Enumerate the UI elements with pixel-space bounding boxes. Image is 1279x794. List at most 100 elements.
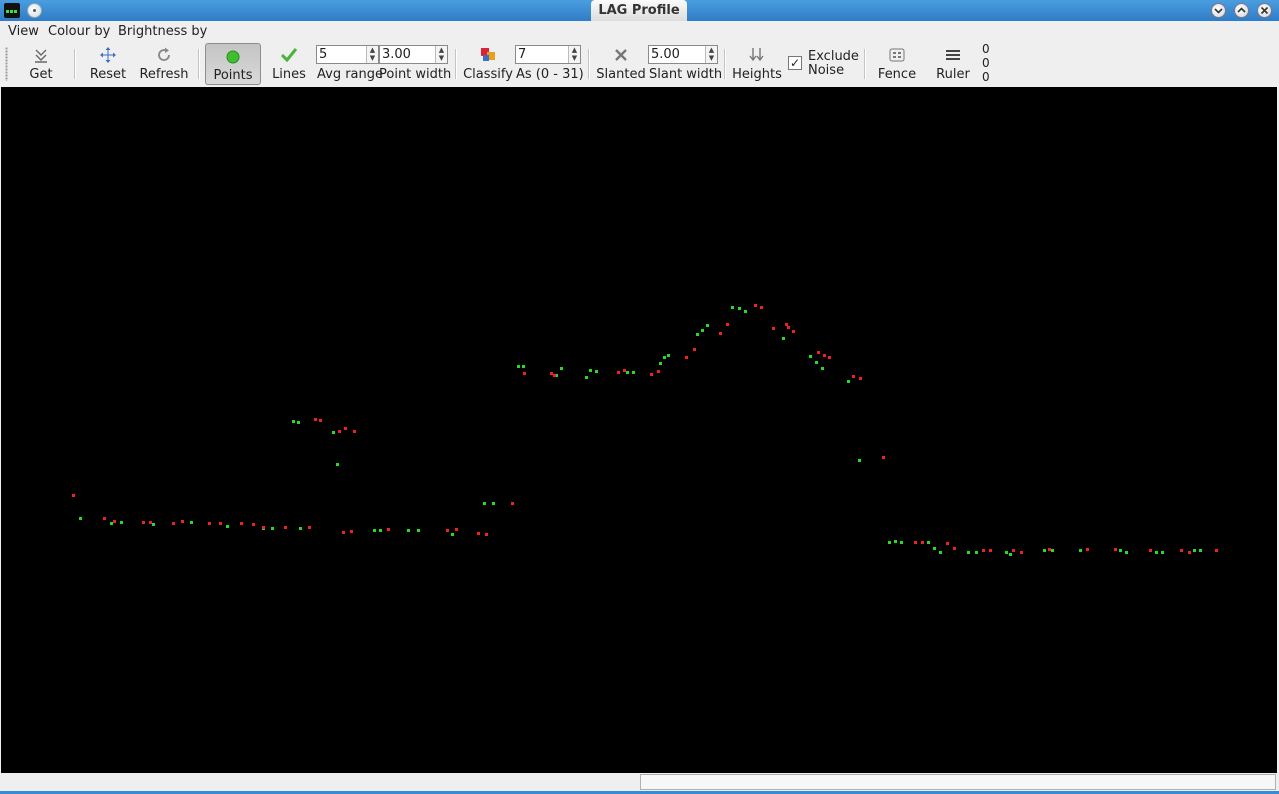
profile-point-red (181, 520, 184, 523)
get-button[interactable]: Get (22, 43, 60, 85)
app-icon[interactable] (4, 3, 20, 18)
profile-point-green (1079, 549, 1082, 552)
profile-point-red (754, 304, 757, 307)
ruler-label: Ruler (936, 67, 970, 82)
separator (724, 49, 726, 79)
profile-point-green (933, 547, 936, 550)
profile-point-red (657, 370, 660, 373)
horizontal-scrollbar[interactable] (640, 774, 1276, 790)
profile-point-red (308, 526, 311, 529)
refresh-label: Refresh (139, 67, 189, 82)
classify-button[interactable]: Classify (463, 43, 513, 85)
profile-point-red (314, 418, 317, 421)
exclude-noise-checkbox[interactable]: ✓ (788, 56, 802, 70)
reset-label: Reset (89, 67, 127, 82)
minimize-button[interactable] (1211, 3, 1226, 18)
fence-icon (889, 48, 905, 62)
profile-point-green (1155, 551, 1158, 554)
lines-toggle[interactable]: Lines (268, 43, 310, 85)
profile-canvas[interactable] (1, 87, 1277, 773)
reset-button[interactable]: Reset (88, 43, 128, 85)
class-spinbox[interactable]: 7 ▲ ▼ (515, 45, 581, 64)
get-label: Get (29, 67, 53, 82)
profile-point-green (1193, 549, 1196, 552)
points-toggle[interactable]: Points (205, 43, 261, 85)
spin-arrows[interactable]: ▲ ▼ (705, 46, 717, 63)
profile-point-red (785, 323, 788, 326)
profile-point-red (787, 326, 790, 329)
profile-point-green (336, 463, 339, 466)
profile-point-green (585, 376, 588, 379)
fence-button[interactable]: Fence (874, 43, 920, 85)
profile-point-green (110, 522, 113, 525)
close-button[interactable] (1257, 3, 1272, 18)
slanted-label: Slanted (596, 67, 646, 82)
profile-point-green (379, 529, 382, 532)
separator (455, 49, 457, 79)
chevron-up-icon (1237, 7, 1246, 13)
counter-2: 0 (982, 56, 990, 70)
avg-range-value: 5 (319, 47, 328, 62)
profile-point-green (589, 369, 592, 372)
profile-point-green (858, 459, 861, 462)
profile-point-green (927, 541, 930, 544)
counter-3: 0 (982, 70, 990, 84)
profile-point-red (1188, 551, 1191, 554)
profile-point-red (726, 323, 729, 326)
profile-point-green (975, 551, 978, 554)
profile-point-red (344, 427, 347, 430)
heights-button[interactable]: Heights (731, 43, 783, 85)
point-width-value: 3.00 (382, 47, 411, 62)
profile-point-red (455, 528, 458, 531)
profile-point-red (142, 521, 145, 524)
menu-brightness-by[interactable]: Brightness by (118, 24, 207, 39)
profile-point-red (719, 332, 722, 335)
window-menu-button[interactable] (27, 3, 42, 18)
profile-point-red (113, 520, 116, 523)
refresh-icon (158, 47, 170, 61)
profile-point-red (149, 521, 152, 524)
profile-point-red (792, 330, 795, 333)
slant-width-spinbox[interactable]: 5.00 ▲ ▼ (648, 45, 718, 64)
refresh-button[interactable]: Refresh (138, 43, 190, 85)
profile-point-green (815, 361, 818, 364)
profile-point-red (685, 356, 688, 359)
menu-view[interactable]: View (8, 24, 39, 39)
spin-arrows[interactable]: ▲ ▼ (568, 46, 580, 63)
avg-range-spinbox[interactable]: 5 ▲ ▼ (316, 45, 379, 64)
slanted-toggle[interactable]: Slanted (595, 43, 647, 85)
title-bar: LAG Profile (0, 0, 1279, 21)
maximize-button[interactable] (1234, 3, 1249, 18)
spin-arrows[interactable]: ▲ ▼ (366, 46, 378, 63)
menu-colour-by[interactable]: Colour by (48, 24, 110, 39)
point-width-spinbox[interactable]: 3.00 ▲ ▼ (379, 45, 448, 64)
profile-point-red (882, 456, 885, 459)
toolbar-grip[interactable] (5, 47, 8, 81)
green-dot-icon (226, 50, 240, 64)
profile-point-red (338, 430, 341, 433)
profile-point-green (967, 551, 970, 554)
profile-point-red (617, 371, 620, 374)
profile-point-red (1086, 548, 1089, 551)
profile-point-red (219, 522, 222, 525)
separator (198, 49, 200, 79)
profile-point-green (900, 541, 903, 544)
profile-point-green (517, 365, 520, 368)
profile-point-green (1199, 549, 1202, 552)
profile-point-green (821, 367, 824, 370)
spin-arrows[interactable]: ▲ ▼ (435, 46, 447, 63)
profile-point-green (190, 521, 193, 524)
profile-point-green (417, 529, 420, 532)
profile-point-red (387, 528, 390, 531)
ruler-button[interactable]: Ruler (932, 43, 974, 85)
ruler-icon (946, 50, 960, 60)
profile-point-red (523, 372, 526, 375)
profile-plot[interactable] (1, 87, 1277, 773)
profile-point-red (252, 523, 255, 526)
fence-label: Fence (877, 67, 917, 82)
exclude-noise-label-1: Exclude (808, 49, 859, 64)
profile-point-red (350, 530, 353, 533)
profile-point-green (782, 337, 785, 340)
profile-point-green (299, 527, 302, 530)
class-value: 7 (518, 47, 527, 62)
